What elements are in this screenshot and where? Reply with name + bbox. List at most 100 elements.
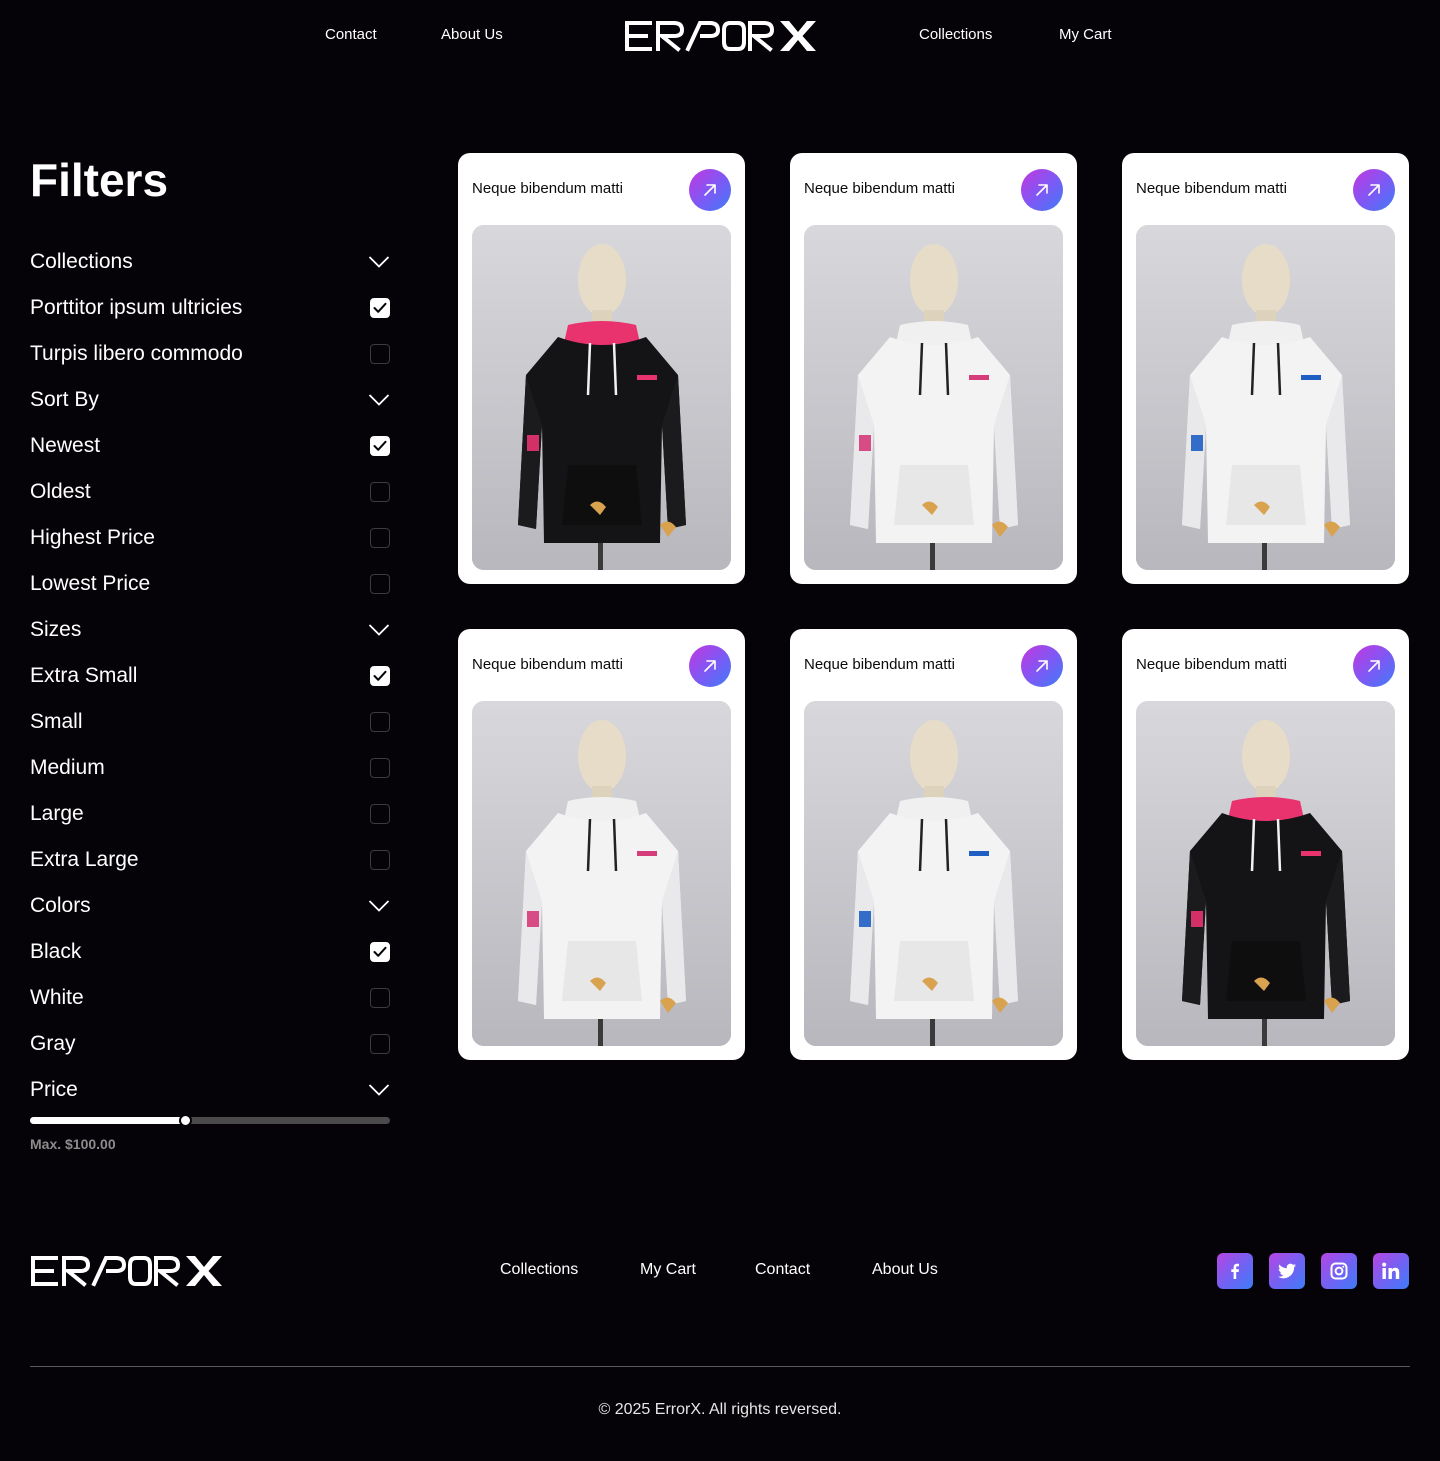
filter-section-collections[interactable]: Collections (30, 239, 390, 285)
open-product-button[interactable] (1021, 645, 1063, 687)
filter-option-label: Highest Price (30, 526, 155, 549)
filter-option-small[interactable]: Small (30, 699, 390, 745)
open-product-button[interactable] (689, 169, 731, 211)
product-image[interactable] (804, 701, 1063, 1046)
filter-section-sort-by[interactable]: Sort By (30, 377, 390, 423)
filter-option-extra-small[interactable]: Extra Small (30, 653, 390, 699)
filter-section-label: Colors (30, 894, 91, 917)
chevron-down-icon[interactable] (368, 1083, 390, 1097)
chevron-down-icon[interactable] (368, 899, 390, 913)
checkbox[interactable] (370, 712, 390, 732)
nav-link-collections[interactable]: Collections (919, 26, 992, 43)
filter-option-large[interactable]: Large (30, 791, 390, 837)
product-image[interactable] (472, 225, 731, 570)
checkbox[interactable] (370, 942, 390, 962)
checkbox[interactable] (370, 298, 390, 318)
checkmark-icon (373, 946, 387, 957)
filter-option-porttitor-ipsum-ultricies[interactable]: Porttitor ipsum ultricies (30, 285, 390, 331)
linkedin-icon (1382, 1262, 1400, 1279)
facebook-button[interactable] (1217, 1253, 1253, 1289)
checkbox[interactable] (370, 574, 390, 594)
checkbox[interactable] (370, 482, 390, 502)
price-slider-thumb[interactable] (178, 1114, 192, 1127)
checkmark-icon (373, 440, 387, 451)
twitter-button[interactable] (1269, 1253, 1305, 1289)
errorx-logo-icon (625, 21, 816, 52)
product-image[interactable] (1136, 225, 1395, 570)
footer-brand-logo[interactable] (30, 1253, 222, 1289)
checkbox[interactable] (370, 758, 390, 778)
open-product-button[interactable] (1021, 169, 1063, 211)
product-image[interactable] (1136, 701, 1395, 1046)
filter-option-gray[interactable]: Gray (30, 1021, 390, 1067)
open-product-button[interactable] (1353, 169, 1395, 211)
checkbox[interactable] (370, 804, 390, 824)
footer-link-contact[interactable]: Contact (755, 1261, 810, 1279)
filter-list: Collections Porttitor ipsum ultricies Turp… (30, 239, 390, 1113)
price-slider-fill (30, 1117, 185, 1124)
product-image[interactable] (472, 701, 731, 1046)
arrow-up-right-icon (1368, 660, 1380, 672)
filter-option-extra-large[interactable]: Extra Large (30, 837, 390, 883)
checkbox[interactable] (370, 528, 390, 548)
filter-option-oldest[interactable]: Oldest (30, 469, 390, 515)
arrow-up-right-icon (1368, 184, 1380, 196)
instagram-button[interactable] (1321, 1253, 1357, 1289)
filter-option-black[interactable]: Black (30, 929, 390, 975)
product-title: Neque bibendum matti (1136, 656, 1287, 673)
filter-option-highest-price[interactable]: Highest Price (30, 515, 390, 561)
product-card[interactable]: Neque bibendum matti (458, 629, 745, 1060)
checkbox[interactable] (370, 988, 390, 1008)
filter-option-label: Large (30, 802, 84, 825)
copyright-text: © 2025 ErrorX. All rights reversed. (598, 1401, 842, 1418)
product-image[interactable] (804, 225, 1063, 570)
linkedin-button[interactable] (1373, 1253, 1409, 1289)
nav-link-about-us[interactable]: About Us (441, 26, 503, 43)
filter-option-lowest-price[interactable]: Lowest Price (30, 561, 390, 607)
instagram-icon (1330, 1262, 1348, 1280)
filter-option-label: Medium (30, 756, 105, 779)
filter-option-medium[interactable]: Medium (30, 745, 390, 791)
filters-sidebar: Filters Collections Porttitor ipsum ultri… (30, 150, 390, 1152)
product-card[interactable]: Neque bibendum matti (790, 629, 1077, 1060)
chevron-down-icon[interactable] (368, 255, 390, 269)
checkbox[interactable] (370, 344, 390, 364)
chevron-down-icon[interactable] (368, 623, 390, 637)
product-card[interactable]: Neque bibendum matti (790, 153, 1077, 584)
brand-logo[interactable] (624, 18, 816, 54)
open-product-button[interactable] (1353, 645, 1395, 687)
checkbox[interactable] (370, 1034, 390, 1054)
open-product-button[interactable] (689, 645, 731, 687)
footer-link-my-cart[interactable]: My Cart (640, 1261, 696, 1279)
filter-option-label: Extra Small (30, 664, 138, 687)
hoodie-photo (804, 701, 1063, 1046)
filter-option-white[interactable]: White (30, 975, 390, 1021)
filter-option-label: Gray (30, 1032, 76, 1055)
checkbox[interactable] (370, 666, 390, 686)
filter-option-label: White (30, 986, 84, 1009)
chevron-down-icon[interactable] (368, 393, 390, 407)
hoodie-photo (472, 701, 731, 1046)
product-card[interactable]: Neque bibendum matti (458, 153, 745, 584)
product-card[interactable]: Neque bibendum matti (1122, 153, 1409, 584)
price-slider[interactable] (30, 1114, 390, 1127)
product-card[interactable]: Neque bibendum matti (1122, 629, 1409, 1060)
product-title: Neque bibendum matti (472, 180, 623, 197)
filters-title: Filters (30, 154, 169, 206)
footer-link-collections[interactable]: Collections (500, 1261, 578, 1279)
nav-link-contact[interactable]: Contact (325, 26, 377, 43)
checkbox[interactable] (370, 850, 390, 870)
filter-option-turpis-libero-commodo[interactable]: Turpis libero commodo (30, 331, 390, 377)
filter-section-price[interactable]: Price (30, 1067, 390, 1113)
filter-option-newest[interactable]: Newest (30, 423, 390, 469)
top-navigation: Contact About Us Collections My Cart (0, 0, 1440, 74)
checkbox[interactable] (370, 436, 390, 456)
filter-section-colors[interactable]: Colors (30, 883, 390, 929)
filter-option-label: Turpis libero commodo (30, 342, 243, 365)
filter-section-label: Sizes (30, 618, 82, 641)
nav-link-my-cart[interactable]: My Cart (1059, 26, 1112, 43)
footer-link-about-us[interactable]: About Us (872, 1261, 938, 1279)
hoodie-photo (1136, 225, 1395, 570)
filter-option-label: Porttitor ipsum ultricies (30, 296, 243, 319)
filter-section-sizes[interactable]: Sizes (30, 607, 390, 653)
